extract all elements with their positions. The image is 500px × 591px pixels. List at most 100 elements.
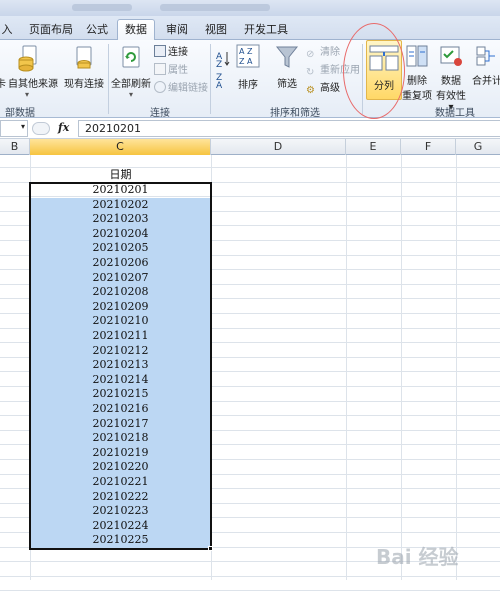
sort-az-za-icon: A Z Z A [216, 52, 230, 91]
column-header-b[interactable]: B [0, 139, 30, 155]
formula-bar-divider-handle[interactable] [32, 122, 50, 135]
gridline [401, 155, 402, 580]
refresh-all-button[interactable]: 全部刷新 ▾ [110, 44, 152, 99]
properties-icon [154, 63, 166, 75]
gridline [456, 155, 457, 580]
date-cell[interactable]: 20210215 [30, 387, 211, 402]
tab-developer[interactable]: 开发工具 [240, 21, 292, 40]
clear-filter-button: ⊘ 清除 [306, 47, 340, 60]
filter-button[interactable]: 筛选 [271, 44, 303, 90]
baidu-watermark: Bai 经验 [376, 545, 459, 569]
column-header-e[interactable]: E [346, 139, 401, 155]
date-cell[interactable]: 20210221 [30, 475, 211, 490]
blurred-title-left [72, 4, 132, 11]
group-label-connections: 连接 [150, 108, 170, 119]
data-validation-button[interactable]: 数据 有效性 ▾ [434, 44, 468, 113]
date-cell[interactable]: 20210210 [30, 314, 211, 329]
date-cell[interactable]: 20210201 [30, 183, 211, 198]
tab-insert[interactable]: 入 [0, 21, 14, 40]
date-cell[interactable]: 20210204 [30, 226, 211, 242]
reapply-icon: ↻ [306, 67, 315, 78]
sort-label: 排序 [238, 80, 258, 91]
dropdown-arrow-icon: ▾ [24, 90, 29, 99]
blurred-title-right [160, 4, 270, 11]
from-other-sources-button[interactable]: 卡自其他来源 ▾ [0, 44, 58, 99]
date-cell[interactable]: 20210219 [30, 445, 211, 461]
from-other-sources-label: 卡自其他来源 [0, 79, 58, 90]
tab-view[interactable]: 视图 [202, 21, 230, 40]
gridline [211, 155, 212, 580]
remove-duplicates-label-1: 删除 [407, 76, 427, 87]
column-header-g[interactable]: G [456, 139, 500, 155]
date-cell[interactable]: 20210206 [30, 256, 211, 271]
date-header-cell[interactable]: 日期 [30, 167, 211, 182]
date-cell[interactable]: 20210220 [30, 460, 211, 475]
existing-connections-button[interactable]: 现有连接 [62, 44, 106, 90]
gridline [0, 575, 500, 577]
advanced-filter-button[interactable]: ⚙ 高级 [306, 81, 340, 97]
filter-label: 筛选 [277, 79, 297, 90]
gridline [346, 155, 347, 580]
reapply-button: ↻ 重新应用 [306, 65, 360, 78]
date-cell[interactable]: 20210223 [30, 504, 211, 519]
svg-text:Z A: Z A [239, 57, 253, 66]
column-header-d[interactable]: D [211, 139, 346, 155]
remove-duplicates-label-2: 重复项 [402, 91, 432, 102]
chevron-down-icon: ▾ [20, 122, 25, 131]
sort-dialog-icon: A Z Z A [236, 44, 260, 68]
date-cell[interactable]: 20210209 [30, 299, 211, 315]
sort-button[interactable]: A Z Z A 排序 [234, 44, 262, 91]
date-cell[interactable]: 20210224 [30, 518, 211, 534]
remove-duplicates-button[interactable]: 删除 重复项 [402, 44, 432, 102]
worksheet-grid[interactable]: 日期 20210201 20210202 20210203 20210204 20210… [0, 155, 500, 591]
svg-text:A: A [216, 81, 223, 88]
date-cell[interactable]: 20210205 [30, 241, 211, 256]
date-cell[interactable]: 20210207 [30, 270, 211, 286]
properties-button: 属性 [154, 63, 188, 79]
group-label-sort-filter: 排序和筛选 [270, 108, 320, 119]
date-cell[interactable]: 20210202 [30, 197, 211, 213]
watermark-text: Bai 经验 [376, 545, 459, 569]
consolidate-icon [476, 46, 495, 66]
link-icon [154, 81, 166, 93]
date-cell[interactable]: 20210216 [30, 402, 211, 417]
date-cell[interactable]: 20210214 [30, 372, 211, 388]
column-header-c[interactable]: C [30, 139, 211, 155]
clear-filter-icon: ⊘ [306, 49, 315, 60]
tab-page-layout[interactable]: 页面布局 [26, 21, 76, 40]
text-to-columns-label: 分列 [374, 81, 394, 92]
column-header-f[interactable]: F [401, 139, 456, 155]
formula-input[interactable]: 20210201 [78, 120, 500, 137]
insert-function-button[interactable]: fx [58, 121, 69, 134]
date-cell[interactable]: 20210208 [30, 285, 211, 300]
column-headers: B C D E F G [0, 139, 500, 155]
svg-text:Z: Z [216, 60, 222, 70]
database-icon [18, 45, 37, 72]
refresh-icon [122, 46, 140, 68]
date-cell[interactable]: 20210211 [30, 329, 211, 344]
date-cell[interactable]: 20210218 [30, 431, 211, 446]
text-to-columns-button[interactable]: 分列 [366, 40, 402, 100]
tab-data[interactable]: 数据 [117, 19, 155, 41]
date-cell[interactable]: 20210213 [30, 358, 211, 373]
tab-review[interactable]: 审阅 [163, 21, 191, 40]
date-cell[interactable]: 20210203 [30, 212, 211, 227]
consolidate-button[interactable]: 合并计 [470, 44, 500, 87]
date-cell[interactable]: 20210212 [30, 343, 211, 359]
existing-connections-icon [76, 46, 92, 69]
tab-formulas[interactable]: 公式 [84, 21, 110, 40]
data-validation-icon [440, 46, 462, 66]
date-cell[interactable]: 20210222 [30, 489, 211, 505]
title-bar [0, 0, 500, 16]
consolidate-label: 合并计 [472, 76, 500, 87]
date-cell[interactable]: 20210225 [30, 533, 211, 548]
connections-button[interactable]: 连接 [154, 45, 188, 61]
sort-asc-button[interactable]: A Z Z A [214, 48, 232, 91]
ribbon: 卡自其他来源 ▾ 现有连接 部数据 全部刷新 ▾ 连接 属性 编辑链接 连接 A [0, 40, 500, 119]
fill-handle[interactable] [208, 546, 213, 551]
ribbon-separator [210, 44, 211, 114]
dropdown-arrow-icon: ▾ [128, 90, 133, 99]
text-to-columns-icon [369, 45, 399, 71]
name-box[interactable]: ▾ [0, 120, 28, 137]
date-cell[interactable]: 20210217 [30, 416, 211, 432]
